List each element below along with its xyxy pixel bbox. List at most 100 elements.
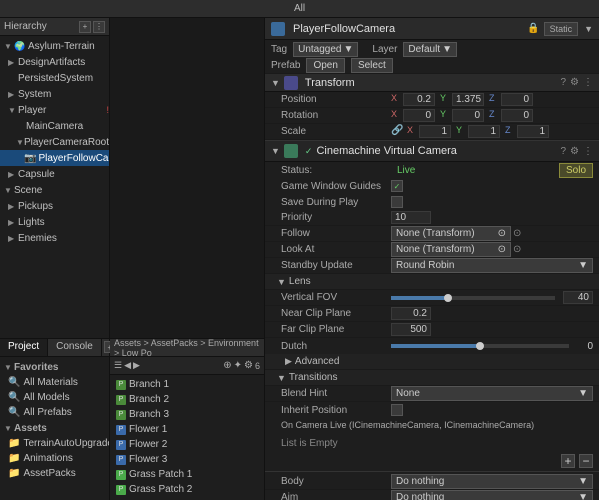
- transitions-section[interactable]: ▼ Transitions: [265, 370, 599, 386]
- asset-grass-patch2[interactable]: P Grass Patch 2: [110, 482, 264, 497]
- assets-menu-icon[interactable]: ☰: [114, 360, 122, 371]
- blend-hint-label: Blend Hint: [281, 388, 391, 399]
- favorites-all-materials[interactable]: 🔍 All Materials: [0, 375, 109, 390]
- layer-dropdown[interactable]: Default ▼: [403, 42, 457, 57]
- near-clip-label: Near Clip Plane: [281, 308, 391, 319]
- transitions-label: Transitions: [289, 372, 338, 383]
- standby-update-dropdown[interactable]: Round Robin ▼: [391, 258, 593, 273]
- cm-menu-icon[interactable]: ⋮: [583, 146, 593, 157]
- vertical-fov-slider[interactable]: [391, 296, 555, 300]
- priority-value[interactable]: 10: [391, 211, 431, 224]
- game-window-guides-checkbox[interactable]: ✓: [391, 180, 403, 192]
- rotation-x[interactable]: 0: [403, 109, 435, 122]
- scale-y[interactable]: 1: [468, 125, 500, 138]
- asset-flower1[interactable]: P Flower 1: [110, 422, 264, 437]
- hierarchy-item-enemies[interactable]: ▶ Enemies: [0, 230, 109, 246]
- scale-label: Scale: [281, 126, 391, 137]
- cm-checkbox[interactable]: ✓: [305, 146, 313, 157]
- cinemachine-header[interactable]: ▼ ✓ Cinemachine Virtual Camera ? ⚙ ⋮: [265, 140, 599, 162]
- hierarchy-item-player[interactable]: ▼ Player !: [0, 102, 109, 118]
- vertical-fov-value[interactable]: 40: [563, 291, 593, 304]
- favorites-all-models[interactable]: 🔍 All Models: [0, 390, 109, 405]
- blend-hint-row: Blend Hint None ▼: [265, 386, 599, 402]
- prefab-select-btn[interactable]: Select: [351, 58, 393, 73]
- hierarchy-item-persisted-system[interactable]: PersistedSystem: [0, 70, 109, 86]
- position-x[interactable]: 0.2: [403, 93, 435, 106]
- favorites-all-prefabs[interactable]: 🔍 All Prefabs: [0, 405, 109, 420]
- tag-dropdown[interactable]: Untagged ▼: [293, 42, 358, 57]
- position-y[interactable]: 1.375: [452, 93, 484, 106]
- hierarchy-add-btn[interactable]: +: [79, 21, 91, 33]
- position-row: Position X 0.2 Y 1.375 Z 0: [265, 92, 599, 108]
- asset-branch1[interactable]: P Branch 1: [110, 377, 264, 392]
- follow-target-icon[interactable]: ⊙: [513, 228, 521, 239]
- hierarchy-item-capsule[interactable]: ▶ Capsule: [0, 166, 109, 182]
- rotation-y[interactable]: 0: [452, 109, 484, 122]
- aim-dropdown[interactable]: Do nothing ▼: [391, 490, 593, 500]
- asset-flower3[interactable]: P Flower 3: [110, 452, 264, 467]
- hierarchy-item-pickups[interactable]: ▶ Pickups: [0, 198, 109, 214]
- transform-question-icon[interactable]: ?: [560, 77, 566, 88]
- hierarchy-item-system[interactable]: ▶ System: [0, 86, 109, 102]
- blend-hint-dropdown[interactable]: None ▼: [391, 386, 593, 401]
- cm-gear-icon[interactable]: ⚙: [570, 146, 579, 157]
- transform-gear-icon[interactable]: ⚙: [570, 77, 579, 88]
- prefab-open-btn[interactable]: Open: [306, 58, 344, 73]
- inspector-lock-icon[interactable]: 🔒: [527, 23, 539, 34]
- assets-back-icon[interactable]: ◀: [124, 360, 131, 371]
- asset-branch3[interactable]: P Branch 3: [110, 407, 264, 422]
- static-dropdown-arrow[interactable]: ▼: [584, 24, 593, 34]
- transform-arrow: ▼: [271, 78, 280, 88]
- body-dropdown[interactable]: Do nothing ▼: [391, 474, 593, 489]
- inherit-position-checkbox[interactable]: [391, 404, 403, 416]
- remove-item-btn[interactable]: −: [579, 454, 593, 468]
- follow-dropdown[interactable]: None (Transform) ⊙: [391, 226, 511, 241]
- hierarchy-item-main-camera[interactable]: MainCamera: [0, 118, 109, 134]
- transform-component-header[interactable]: ▼ Transform ? ⚙ ⋮: [265, 74, 599, 92]
- asset-flower2[interactable]: P Flower 2: [110, 437, 264, 452]
- rotation-z[interactable]: 0: [501, 109, 533, 122]
- assets-terrain-upgrade[interactable]: 📁 TerrainAutoUpgrade: [0, 436, 109, 451]
- assets-gear-icon[interactable]: ⚙: [244, 360, 253, 371]
- game-window-guides-row: Game Window Guides ✓: [265, 178, 599, 194]
- scale-z[interactable]: 1: [517, 125, 549, 138]
- inspector-content: ▼ Transform ? ⚙ ⋮ Position X 0.2 Y 1.375…: [265, 74, 599, 500]
- tab-console[interactable]: Console: [48, 339, 102, 356]
- dutch-slider[interactable]: [391, 344, 569, 348]
- save-during-play-row: Save During Play: [265, 194, 599, 210]
- transform-menu-icon[interactable]: ⋮: [583, 77, 593, 88]
- assets-animations[interactable]: 📁 Animations: [0, 451, 109, 466]
- add-item-btn[interactable]: +: [561, 454, 575, 468]
- assets-asset-packs[interactable]: 📁 AssetPacks: [0, 466, 109, 481]
- hierarchy-item-lights[interactable]: ▶ Lights: [0, 214, 109, 230]
- asset-grass-patch1[interactable]: P Grass Patch 1: [110, 467, 264, 482]
- look-at-dropdown[interactable]: None (Transform) ⊙: [391, 242, 511, 257]
- vertical-fov-label: Vertical FOV: [281, 292, 391, 303]
- look-at-target-icon[interactable]: ⊙: [513, 244, 521, 255]
- save-during-play-label: Save During Play: [281, 197, 391, 208]
- save-during-play-checkbox[interactable]: [391, 196, 403, 208]
- near-clip-value[interactable]: 0.2: [391, 307, 431, 320]
- tab-project[interactable]: Project: [0, 339, 48, 356]
- asset-branch2[interactable]: P Branch 2: [110, 392, 264, 407]
- hierarchy-item-asylum-terrain[interactable]: ▼ 🌍 Asylum-Terrain: [0, 38, 109, 54]
- assets-forward-icon[interactable]: ▶: [133, 360, 140, 371]
- cm-question-icon[interactable]: ?: [560, 146, 566, 157]
- position-z[interactable]: 0: [501, 93, 533, 106]
- lens-section-header[interactable]: ▼ Lens: [265, 274, 599, 290]
- hierarchy-item-design-artifacts[interactable]: ▶ DesignArtifacts: [0, 54, 109, 70]
- scale-lock-icon: 🔗: [391, 125, 405, 138]
- hierarchy-item-player-camera-root[interactable]: ▼ PlayerCameraRoot: [0, 134, 109, 150]
- assets-add-icon[interactable]: ⊕: [223, 360, 231, 371]
- solo-button[interactable]: Solo: [559, 163, 593, 178]
- scale-x[interactable]: 1: [419, 125, 451, 138]
- assets-filter-icon[interactable]: ✦: [234, 360, 242, 371]
- cm-title: Cinemachine Virtual Camera: [316, 145, 556, 157]
- advanced-section[interactable]: ▶ Advanced: [265, 354, 599, 370]
- hierarchy-menu-btn[interactable]: ⋮: [93, 21, 105, 33]
- far-clip-value[interactable]: 500: [391, 323, 431, 336]
- hierarchy-item-scene[interactable]: ▼ Scene: [0, 182, 109, 198]
- assets-view-toggle[interactable]: 6: [255, 361, 260, 371]
- aim-label: Aim: [281, 492, 391, 500]
- hierarchy-item-player-follow-camera[interactable]: 📷 PlayerFollowCamera →: [0, 150, 109, 166]
